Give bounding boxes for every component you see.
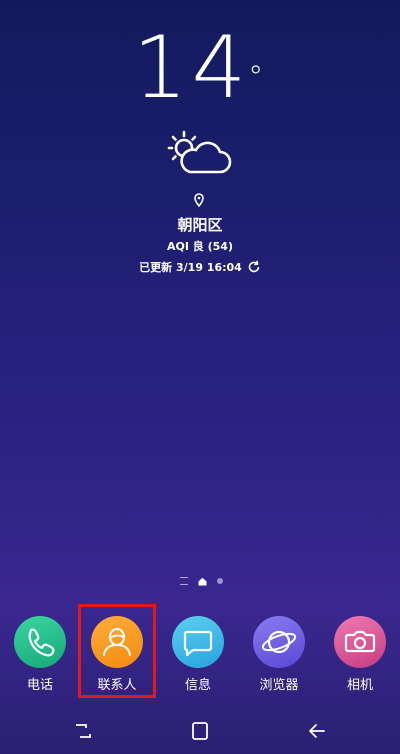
phone-icon[interactable] (14, 616, 66, 668)
messages-icon[interactable] (172, 616, 224, 668)
app-label-camera: 相机 (346, 678, 373, 693)
app-camera[interactable]: 相机 (325, 616, 395, 693)
location-pin-icon (194, 193, 204, 207)
contacts-highlight-box (78, 604, 156, 698)
location-name[interactable]: 朝阳区 (0, 214, 400, 235)
briefing-page-indicator[interactable] (179, 577, 188, 585)
page-indicator[interactable] (166, 574, 236, 588)
app-label-browser: 浏览器 (259, 678, 299, 693)
camera-icon[interactable] (334, 616, 386, 668)
refresh-icon[interactable] (247, 260, 261, 274)
update-row: 已更新 3/19 16:04 (0, 259, 400, 275)
browser-icon[interactable] (253, 616, 305, 668)
page-dot[interactable] (216, 578, 223, 584)
app-browser[interactable]: 浏览器 (244, 616, 314, 693)
degree-symbol: ° (248, 60, 268, 95)
app-label-messages: 信息 (184, 678, 211, 693)
recents-button[interactable] (70, 720, 96, 742)
app-messages[interactable]: 信息 (163, 616, 233, 693)
navigation-bar (0, 712, 400, 752)
home-page-indicator-icon[interactable] (198, 577, 207, 586)
app-phone[interactable]: 电话 (5, 616, 75, 693)
temperature[interactable]: 14° (0, 22, 400, 114)
back-button[interactable] (304, 720, 330, 742)
app-label-phone: 电话 (26, 678, 53, 693)
home-button[interactable] (187, 720, 213, 742)
air-quality-index: AQI 良 (54) (167, 240, 233, 253)
app-dock: 电话 联系人 信息 浏览器 相机 (0, 610, 400, 700)
partly-cloudy-icon[interactable] (160, 126, 234, 182)
last-updated-text: 已更新 3/19 16:04 (139, 261, 242, 274)
temperature-value: 14 (132, 18, 251, 118)
